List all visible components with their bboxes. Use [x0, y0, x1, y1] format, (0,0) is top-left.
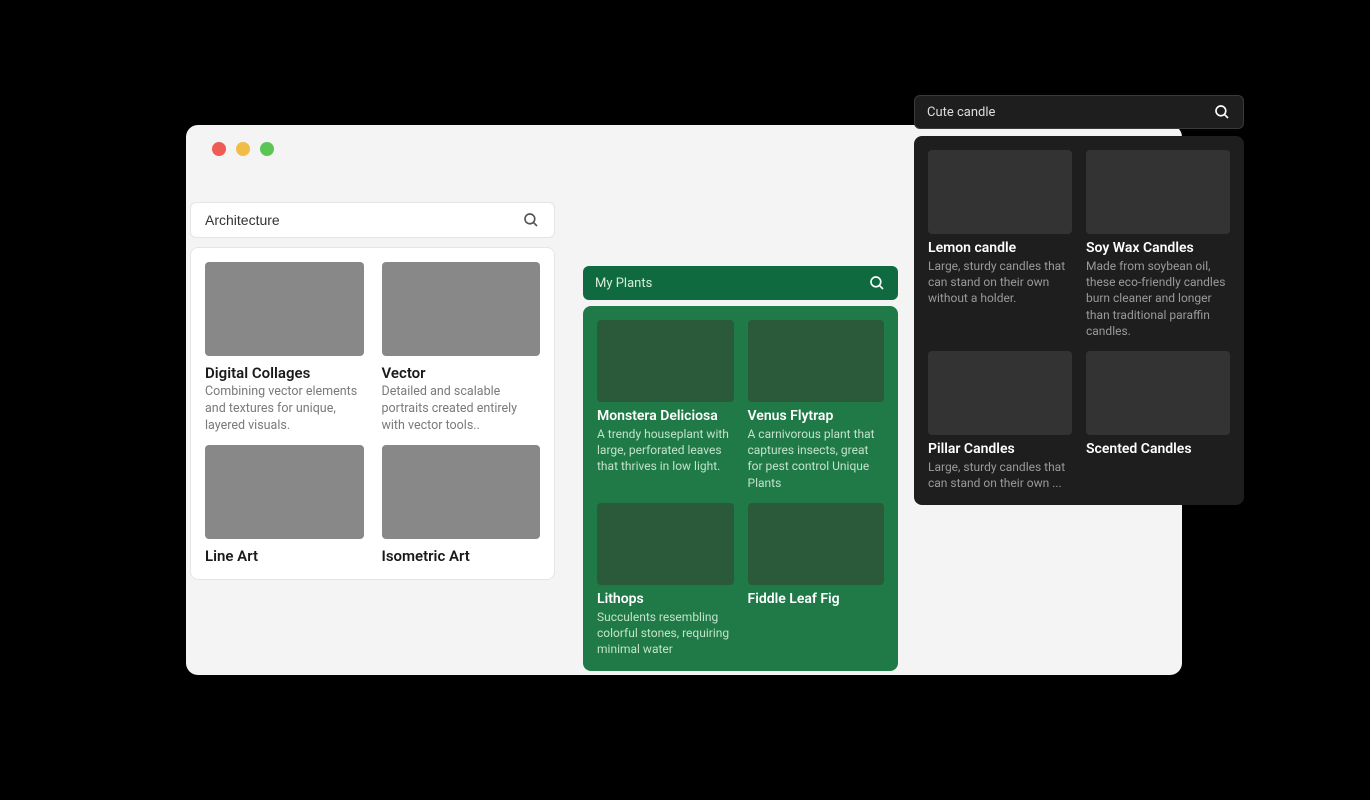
search-icon[interactable]	[1213, 103, 1231, 121]
result-thumbnail	[597, 503, 734, 585]
window-minimize-button[interactable]	[236, 142, 250, 156]
plants-search-bar[interactable]: My Plants	[583, 266, 898, 300]
result-thumbnail	[205, 262, 364, 356]
result-card[interactable]: Monstera Deliciosa A trendy houseplant w…	[597, 320, 734, 475]
result-thumbnail	[928, 150, 1072, 234]
result-thumbnail	[928, 351, 1072, 435]
result-title: Digital Collages	[205, 364, 364, 382]
result-title: Soy Wax Candles	[1086, 240, 1230, 256]
result-title: Scented Candles	[1086, 441, 1230, 457]
result-thumbnail	[205, 445, 364, 539]
result-thumbnail	[748, 320, 885, 402]
result-title: Fiddle Leaf Fig	[748, 591, 885, 607]
result-description: Large, sturdy candles that can stand on …	[928, 258, 1072, 307]
result-thumbnail	[1086, 150, 1230, 234]
result-description: Detailed and scalable portraits created …	[382, 384, 541, 435]
search-icon[interactable]	[868, 274, 886, 292]
result-title: Lithops	[597, 591, 734, 607]
architecture-results-panel: Digital Collages Combining vector elemen…	[190, 247, 555, 580]
result-card[interactable]: Isometric Art	[382, 445, 541, 565]
result-card[interactable]: Digital Collages Combining vector elemen…	[205, 262, 364, 435]
result-description: A trendy houseplant with large, perforat…	[597, 426, 734, 475]
result-title: Isometric Art	[382, 547, 541, 565]
result-thumbnail	[382, 262, 541, 356]
architecture-search-bar[interactable]	[190, 202, 555, 238]
candle-search-bar[interactable]: Cute candle	[914, 95, 1244, 129]
result-card[interactable]: Scented Candles	[1086, 351, 1230, 457]
result-card[interactable]: Soy Wax Candles Made from soybean oil, t…	[1086, 150, 1230, 339]
result-thumbnail	[382, 445, 541, 539]
result-card[interactable]: Line Art	[205, 445, 364, 565]
window-maximize-button[interactable]	[260, 142, 274, 156]
candle-results-panel: Lemon candle Large, sturdy candles that …	[914, 136, 1244, 505]
result-description: Combining vector elements and textures f…	[205, 384, 364, 435]
result-description: Large, sturdy candles that can stand on …	[928, 459, 1072, 491]
result-thumbnail	[748, 503, 885, 585]
result-thumbnail	[597, 320, 734, 402]
result-card[interactable]: Lithops Succulents resembling colorful s…	[597, 503, 734, 658]
result-title: Monstera Deliciosa	[597, 408, 734, 424]
result-title: Vector	[382, 364, 541, 382]
result-card[interactable]: Vector Detailed and scalable portraits c…	[382, 262, 541, 435]
result-card[interactable]: Pillar Candles Large, sturdy candles tha…	[928, 351, 1072, 491]
result-title: Lemon candle	[928, 240, 1072, 256]
result-thumbnail	[1086, 351, 1230, 435]
plants-search-input[interactable]: My Plants	[595, 276, 868, 291]
result-title: Venus Flytrap	[748, 408, 885, 424]
result-description: A carnivorous plant that captures insect…	[748, 426, 885, 491]
result-description: Made from soybean oil, these eco-friendl…	[1086, 258, 1230, 339]
architecture-search-input[interactable]	[205, 212, 522, 228]
search-icon[interactable]	[522, 211, 540, 229]
candle-search-input[interactable]: Cute candle	[927, 105, 1213, 120]
result-title: Pillar Candles	[928, 441, 1072, 457]
result-card[interactable]: Fiddle Leaf Fig	[748, 503, 885, 607]
plants-results-panel: Monstera Deliciosa A trendy houseplant w…	[583, 306, 898, 671]
result-card[interactable]: Lemon candle Large, sturdy candles that …	[928, 150, 1072, 307]
window-close-button[interactable]	[212, 142, 226, 156]
result-card[interactable]: Venus Flytrap A carnivorous plant that c…	[748, 320, 885, 491]
result-title: Line Art	[205, 547, 364, 565]
result-description: Succulents resembling colorful stones, r…	[597, 609, 734, 658]
